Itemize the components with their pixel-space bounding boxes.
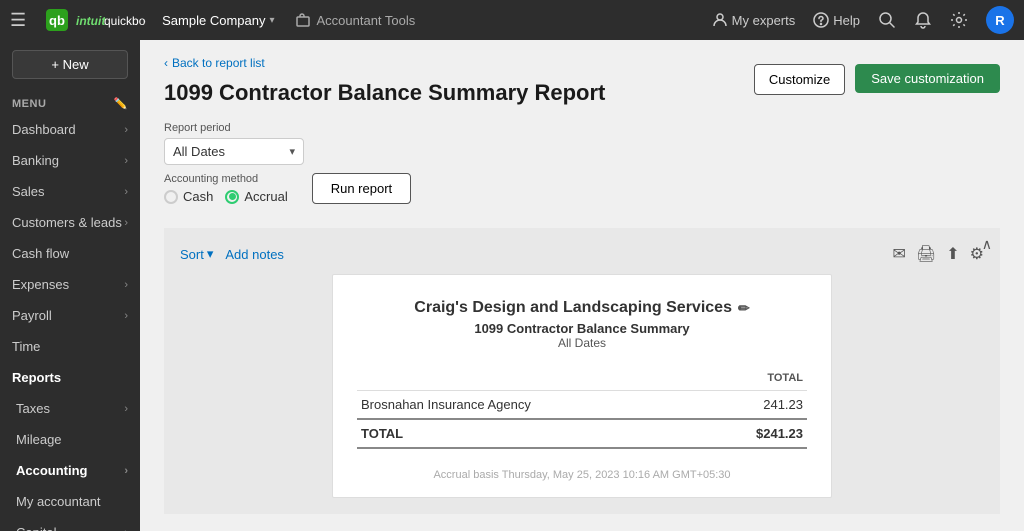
qb-logo: qb intuit quickbooks bbox=[46, 9, 146, 31]
chevron-right-icon: › bbox=[124, 155, 128, 167]
chevron-right-icon: › bbox=[124, 186, 128, 198]
sidebar-item-taxes[interactable]: Taxes › bbox=[0, 393, 140, 424]
company-selector[interactable]: Sample Company ▾ bbox=[162, 13, 274, 28]
print-icon[interactable]: 🖨 bbox=[916, 244, 936, 264]
company-caret-icon: ▾ bbox=[269, 15, 274, 26]
sidebar-item-capital[interactable]: Capital › bbox=[0, 517, 140, 531]
cash-radio-circle bbox=[164, 190, 178, 204]
content-inner: ‹ Back to report list 1099 Contractor Ba… bbox=[140, 40, 1024, 530]
sidebar-item-cash-flow[interactable]: Cash flow bbox=[0, 238, 140, 269]
svg-text:quickbooks: quickbooks bbox=[104, 14, 146, 28]
briefcase-icon bbox=[295, 12, 311, 28]
report-period-label: Report period bbox=[164, 122, 304, 134]
main-layout: + New MENU ✏️ Dashboard › Banking › Sale… bbox=[0, 40, 1024, 531]
report-footer: Accrual basis Thursday, May 25, 2023 10:… bbox=[357, 469, 807, 481]
save-customization-button[interactable]: Save customization bbox=[855, 64, 1000, 93]
hamburger-icon[interactable]: ☰ bbox=[10, 10, 26, 31]
report-toolbar-icons: ✉ 🖨 ⬆ ⚙ bbox=[893, 244, 984, 264]
person-icon bbox=[712, 12, 728, 28]
quickbooks-logo-svg: qb intuit quickbooks bbox=[46, 9, 146, 31]
row-value: 241.23 bbox=[695, 391, 808, 420]
company-name: Sample Company bbox=[162, 13, 265, 28]
search-icon[interactable] bbox=[878, 11, 896, 29]
settings-icon[interactable] bbox=[950, 11, 968, 29]
sidebar-item-time[interactable]: Time bbox=[0, 331, 140, 362]
total-row: TOTAL $241.23 bbox=[357, 419, 807, 448]
content-area: ‹ Back to report list 1099 Contractor Ba… bbox=[140, 40, 1024, 531]
collapse-button[interactable]: ∧ bbox=[982, 236, 992, 253]
chevron-right-icon: › bbox=[124, 279, 128, 291]
report-period-group: Report period All Dates ▾ bbox=[164, 122, 304, 165]
sidebar: + New MENU ✏️ Dashboard › Banking › Sale… bbox=[0, 40, 140, 531]
sidebar-item-reports[interactable]: Reports bbox=[0, 362, 140, 393]
chevron-right-icon: › bbox=[124, 527, 128, 531]
left-controls: ‹ Back to report list 1099 Contractor Ba… bbox=[164, 56, 605, 212]
help-button[interactable]: Help bbox=[813, 12, 860, 28]
sort-button[interactable]: Sort ▾ bbox=[180, 246, 213, 262]
report-table: TOTAL Brosnahan Insurance Agency 241.23 … bbox=[357, 366, 807, 449]
accounting-method-group: Accounting method Cash bbox=[164, 173, 288, 204]
new-button[interactable]: + New bbox=[12, 50, 128, 79]
date-period-select[interactable]: All Dates ▾ bbox=[164, 138, 304, 165]
user-avatar[interactable]: R bbox=[986, 6, 1014, 34]
sidebar-item-accounting[interactable]: Accounting › bbox=[0, 455, 140, 486]
sidebar-item-expenses[interactable]: Expenses › bbox=[0, 269, 140, 300]
chevron-right-icon: › bbox=[124, 124, 128, 136]
method-and-run-bar: Accounting method Cash bbox=[164, 173, 605, 204]
svg-text:intuit: intuit bbox=[76, 14, 106, 28]
report-card: Craig's Design and Landscaping Services … bbox=[332, 274, 832, 498]
report-toolbar: Sort ▾ Add notes ✉ 🖨 ⬆ ⚙ bbox=[180, 244, 984, 264]
sidebar-item-customers-leads[interactable]: Customers & leads › bbox=[0, 207, 140, 238]
back-to-report-list-link[interactable]: ‹ Back to report list bbox=[164, 56, 605, 70]
chevron-right-icon: › bbox=[124, 310, 128, 322]
row-label: Brosnahan Insurance Agency bbox=[357, 391, 695, 420]
svg-text:qb: qb bbox=[49, 13, 65, 28]
report-wrapper: ∧ Sort ▾ Add notes ✉ 🖨 ⬆ bbox=[164, 228, 1000, 514]
sidebar-item-mileage[interactable]: Mileage bbox=[0, 424, 140, 455]
accounting-method-label: Accounting method bbox=[164, 173, 288, 185]
report-title: 1099 Contractor Balance Summary bbox=[357, 321, 807, 336]
chevron-right-icon: › bbox=[124, 465, 128, 477]
sidebar-item-banking[interactable]: Banking › bbox=[0, 145, 140, 176]
radio-dot bbox=[229, 193, 236, 200]
page-title: 1099 Contractor Balance Summary Report bbox=[164, 80, 605, 106]
top-controls: ‹ Back to report list 1099 Contractor Ba… bbox=[164, 56, 1000, 212]
sidebar-item-my-accountant[interactable]: My accountant bbox=[0, 486, 140, 517]
select-caret-icon: ▾ bbox=[289, 145, 295, 158]
add-notes-button[interactable]: Add notes bbox=[225, 247, 284, 262]
accountant-tools-button[interactable]: Accountant Tools bbox=[295, 12, 416, 28]
total-column-header: TOTAL bbox=[695, 366, 808, 391]
menu-section-label: MENU ✏️ bbox=[0, 89, 140, 114]
method-options: Cash Accrual bbox=[164, 189, 288, 204]
edit-company-icon[interactable]: ✏ bbox=[738, 300, 750, 317]
accrual-radio[interactable]: Accrual bbox=[225, 189, 287, 204]
customize-button[interactable]: Customize bbox=[754, 64, 845, 95]
sidebar-item-payroll[interactable]: Payroll › bbox=[0, 300, 140, 331]
report-date-range: All Dates bbox=[357, 336, 807, 350]
total-label: TOTAL bbox=[357, 419, 695, 448]
accrual-radio-circle bbox=[225, 190, 239, 204]
top-nav: ☰ qb intuit quickbooks Sample Company ▾ … bbox=[0, 0, 1024, 40]
edit-menu-icon[interactable]: ✏️ bbox=[114, 97, 128, 110]
run-report-button[interactable]: Run report bbox=[312, 173, 411, 204]
email-icon[interactable]: ✉ bbox=[893, 244, 906, 264]
sidebar-item-dashboard[interactable]: Dashboard › bbox=[0, 114, 140, 145]
help-icon bbox=[813, 12, 829, 28]
export-icon[interactable]: ⬆ bbox=[946, 244, 959, 264]
total-value: $241.23 bbox=[695, 419, 808, 448]
customize-buttons: Customize Save customization bbox=[754, 64, 1000, 95]
report-company-name: Craig's Design and Landscaping Services … bbox=[357, 299, 807, 317]
chevron-right-icon: › bbox=[124, 217, 128, 229]
cash-radio[interactable]: Cash bbox=[164, 189, 213, 204]
sidebar-item-sales[interactable]: Sales › bbox=[0, 176, 140, 207]
chevron-right-icon: › bbox=[124, 403, 128, 415]
my-experts-button[interactable]: My experts bbox=[712, 12, 796, 28]
sort-caret-icon: ▾ bbox=[207, 246, 214, 262]
nav-right: My experts Help R bbox=[712, 6, 1014, 34]
chevron-left-icon: ‹ bbox=[164, 56, 168, 70]
notifications-icon[interactable] bbox=[914, 11, 932, 29]
table-row: Brosnahan Insurance Agency 241.23 bbox=[357, 391, 807, 420]
filters-bar: Report period All Dates ▾ bbox=[164, 122, 605, 165]
